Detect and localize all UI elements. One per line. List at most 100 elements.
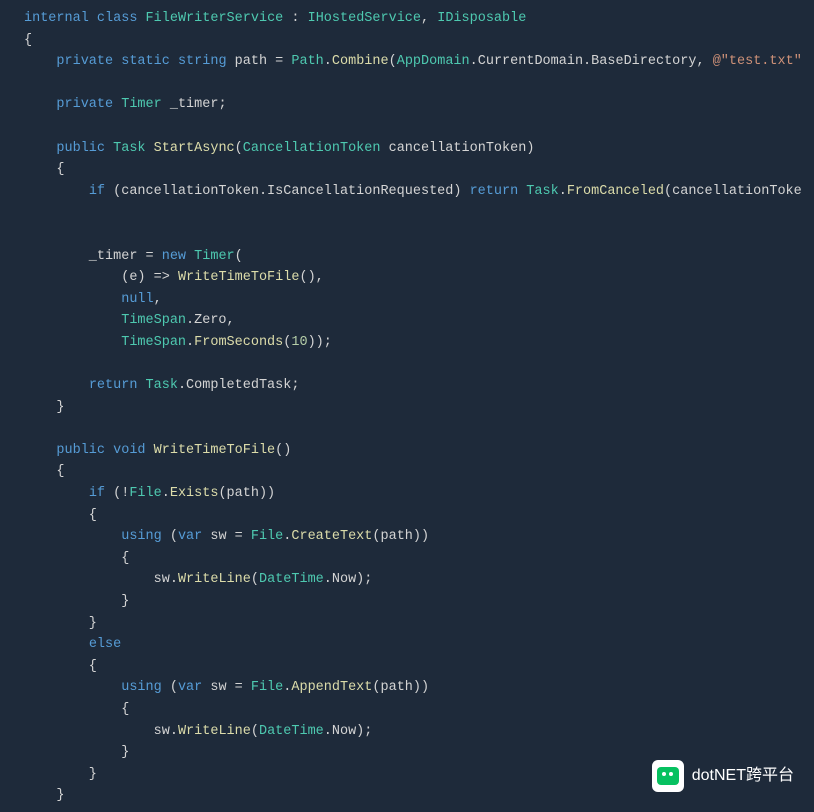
code-token: using — [121, 529, 162, 544]
code-token — [24, 313, 121, 328]
code-token — [24, 292, 121, 307]
code-token — [24, 680, 121, 695]
code-token: (cancellationToken.IsCancellationRequest… — [105, 184, 470, 199]
code-token: ( — [251, 572, 259, 587]
code-token: .CurrentDomain.BaseDirectory, — [470, 54, 713, 69]
code-token — [146, 141, 154, 156]
code-token: sw = — [202, 680, 251, 695]
code-block: internal class FileWriterService : IHost… — [0, 8, 814, 807]
code-token: ( — [251, 724, 259, 739]
code-token: ( — [389, 54, 397, 69]
code-token: } — [24, 767, 97, 782]
code-token — [146, 443, 154, 458]
code-token: { — [24, 702, 129, 717]
code-token: _timer = — [24, 249, 162, 264]
code-token: IHostedService — [308, 11, 421, 26]
code-token: WriteTimeToFile — [154, 443, 276, 458]
code-token: Task — [146, 378, 178, 393]
code-token: WriteLine — [178, 572, 251, 587]
code-token: else — [89, 637, 121, 652]
code-token: sw. — [24, 572, 178, 587]
code-token: .Zero, — [186, 313, 235, 328]
code-token — [24, 335, 121, 350]
code-token: Timer — [121, 97, 162, 112]
code-token: . — [559, 184, 567, 199]
code-token: Path — [291, 54, 323, 69]
watermark-text: dotNET跨平台 — [692, 763, 794, 789]
code-token: private — [56, 97, 113, 112]
code-token: DateTime — [259, 572, 324, 587]
code-token — [24, 184, 89, 199]
code-token: )); — [308, 335, 332, 350]
code-token: { — [24, 33, 32, 48]
code-token: 10 — [291, 335, 307, 350]
code-token: (e) => — [24, 270, 178, 285]
code-token: CreateText — [291, 529, 372, 544]
code-token: FromCanceled — [567, 184, 664, 199]
code-token: { — [24, 162, 65, 177]
code-token: } — [24, 594, 129, 609]
code-token: Task — [113, 141, 145, 156]
code-token: } — [24, 745, 129, 760]
code-token: IDisposable — [437, 11, 526, 26]
code-token: WriteTimeToFile — [178, 270, 300, 285]
code-token: .Now); — [324, 724, 373, 739]
code-token: { — [24, 508, 97, 523]
code-token: TimeSpan — [121, 335, 186, 350]
code-token: null — [121, 292, 153, 307]
code-token: { — [24, 464, 65, 479]
code-token: internal — [24, 11, 89, 26]
code-token: sw. — [24, 724, 178, 739]
code-token: class — [97, 11, 138, 26]
code-token — [170, 54, 178, 69]
code-token: ( — [235, 249, 243, 264]
code-token: string — [178, 54, 227, 69]
code-token: new — [162, 249, 186, 264]
code-token: private — [56, 54, 113, 69]
wechat-icon — [652, 760, 684, 792]
code-token: (path)) — [372, 529, 429, 544]
code-token: DateTime — [259, 724, 324, 739]
code-token — [137, 378, 145, 393]
code-token: if — [89, 486, 105, 501]
code-token: (path)) — [218, 486, 275, 501]
code-token — [186, 249, 194, 264]
code-token — [24, 443, 56, 458]
code-token: (path)) — [372, 680, 429, 695]
code-token: , — [154, 292, 162, 307]
code-token: if — [89, 184, 105, 199]
code-token: (), — [299, 270, 323, 285]
code-token: . — [324, 54, 332, 69]
code-token: .Now); — [324, 572, 373, 587]
code-token — [24, 54, 56, 69]
code-token: : — [283, 11, 307, 26]
code-token: Task — [526, 184, 558, 199]
code-token: sw = — [202, 529, 251, 544]
code-token: Exists — [170, 486, 219, 501]
code-token: path = — [227, 54, 292, 69]
code-token — [24, 378, 89, 393]
code-token: return — [89, 378, 138, 393]
code-token: CancellationToken — [243, 141, 381, 156]
code-token: void — [113, 443, 145, 458]
code-token: static — [121, 54, 170, 69]
code-token: { — [24, 659, 97, 674]
code-token — [24, 637, 89, 652]
code-token — [89, 11, 97, 26]
code-token: (! — [105, 486, 129, 501]
code-token: using — [121, 680, 162, 695]
code-token: AppDomain — [397, 54, 470, 69]
code-token: FileWriterService — [146, 11, 284, 26]
code-token: , — [421, 11, 437, 26]
code-token — [24, 529, 121, 544]
code-token — [24, 97, 56, 112]
code-token: File — [251, 680, 283, 695]
code-token: @"test.txt" — [713, 54, 802, 69]
code-token: File — [129, 486, 161, 501]
code-token: { — [24, 551, 129, 566]
code-token: (cancellationToke — [664, 184, 802, 199]
code-token: var — [178, 529, 202, 544]
code-token: _timer; — [162, 97, 227, 112]
code-token: } — [24, 788, 65, 803]
code-token — [137, 11, 145, 26]
